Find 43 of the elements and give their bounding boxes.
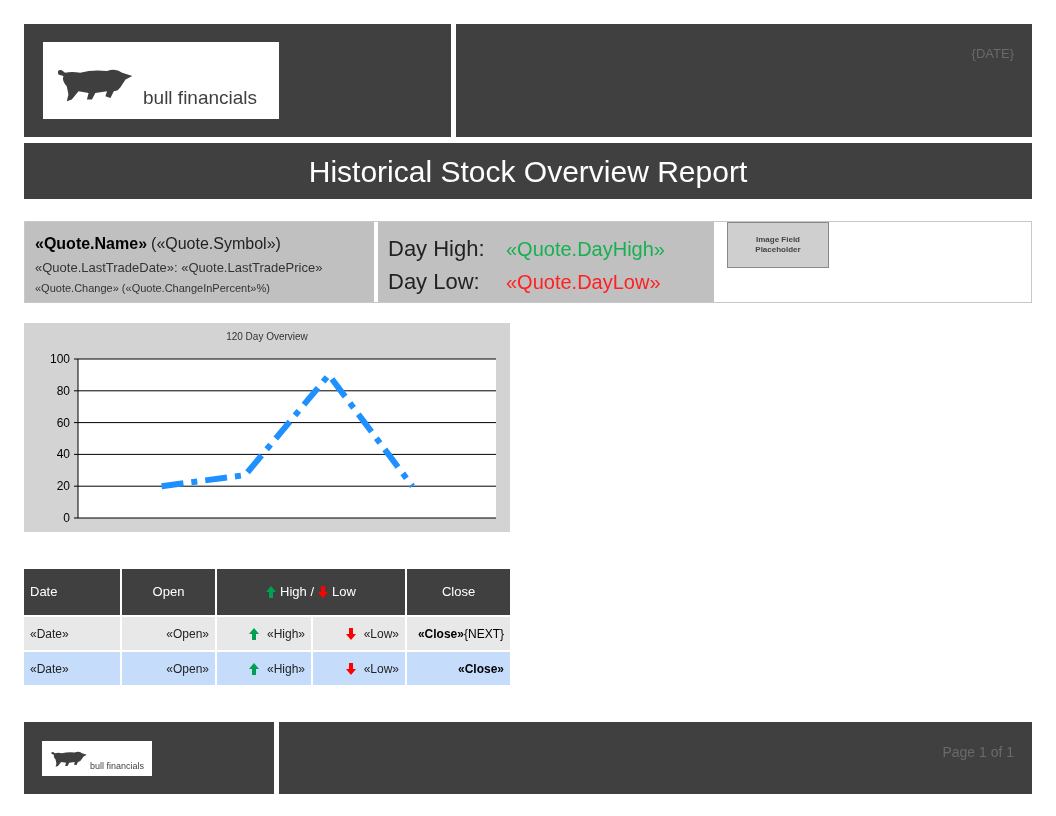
day-high-value: «Quote.DayHigh» xyxy=(506,236,666,262)
axis-tick-label: 40 xyxy=(56,447,70,462)
axis-tick-label: 80 xyxy=(56,383,70,398)
up-arrow-icon xyxy=(248,662,259,675)
open-cell: «Open» xyxy=(122,617,215,650)
up-arrow-icon xyxy=(248,627,259,640)
close-cell-text: «Close» xyxy=(457,660,504,678)
quote-name: «Quote.Name» xyxy=(35,234,148,254)
date-cell-text: «Date» xyxy=(30,660,69,678)
logo-text: bull financials xyxy=(89,762,144,771)
table-row[interactable]: «Date» xyxy=(24,652,120,685)
report-title: Historical Stock Overview Report xyxy=(308,153,748,190)
low-cell-text: «Low» xyxy=(363,660,399,678)
header-text: Date xyxy=(30,583,58,602)
down-arrow-icon xyxy=(345,627,356,640)
down-arrow-icon xyxy=(345,662,356,675)
chart-title: 120 Day Overview xyxy=(226,331,308,342)
logo-text: bull financials xyxy=(143,88,258,107)
day-high-label: Day High: xyxy=(388,235,486,263)
axis-tick-label: 20 xyxy=(56,479,70,494)
high-cell-text: «High» xyxy=(266,625,305,643)
day-low-label: Day Low: xyxy=(388,268,481,296)
next-token-text: {NEXT} xyxy=(463,625,504,643)
last-trade-text: «Quote.LastTradeDate»: «Quote.LastTradePrice» xyxy=(35,259,324,277)
open-cell: «Open» xyxy=(122,652,215,685)
close-cell-text: «Close» xyxy=(417,625,464,643)
header-text: Close xyxy=(441,583,476,602)
day-low-value: «Quote.DayLow» xyxy=(506,269,662,295)
image-placeholder-text: Image Field Placeholder xyxy=(754,235,802,255)
axis-tick-label: 60 xyxy=(56,415,70,430)
header-text: Low xyxy=(332,583,356,602)
down-arrow-icon xyxy=(318,586,329,598)
change-text: «Quote.Change» («Quote.ChangeInPercent»%) xyxy=(35,280,271,296)
low-cell-text: «Low» xyxy=(363,625,399,643)
up-arrow-icon xyxy=(266,586,277,598)
axis-tick-label: 100 xyxy=(49,352,70,366)
axis-tick-label: 0 xyxy=(63,511,70,525)
date-cell-text: «Date» xyxy=(30,625,69,643)
header-text: Open xyxy=(152,583,185,602)
header-text: High / xyxy=(280,583,315,602)
table-row[interactable]: «Date» xyxy=(24,617,120,650)
high-cell-text: «High» xyxy=(266,660,305,678)
quote-symbol: («Quote.Symbol») xyxy=(151,234,281,254)
